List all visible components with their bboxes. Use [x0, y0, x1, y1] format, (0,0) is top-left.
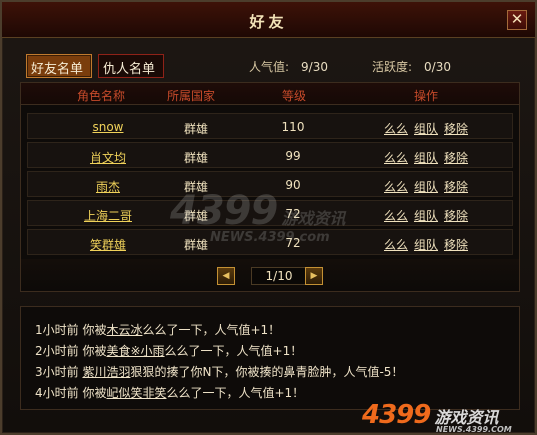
corner-watermark-logo: 4399	[362, 400, 431, 430]
table-row: snow 群雄 110 么么 组队 移除	[27, 113, 513, 139]
triangle-left-icon: ◀	[222, 271, 230, 281]
team-action[interactable]: 组队	[414, 149, 438, 166]
popularity-value: 9/30	[301, 60, 328, 74]
log-text: 么么了一下，人气值+1！	[142, 323, 281, 337]
remove-action[interactable]: 移除	[444, 120, 468, 137]
popularity-label: 人气值:	[249, 60, 290, 74]
log-player-link[interactable]: 紫川浩羽	[82, 365, 130, 379]
popularity-stat: 人气值: 9/30	[249, 58, 328, 75]
log-player-link[interactable]: 屺似笑非笑	[106, 386, 166, 400]
log-text: 3小时前	[35, 365, 83, 379]
activity-log: 1小时前 你被木云冰么么了一下，人气值+1！ 2小时前 你被美食※小雨么么了一下…	[20, 306, 520, 410]
friend-nation: 群雄	[183, 151, 208, 165]
watermark-cn: 游戏资讯	[281, 209, 346, 228]
log-text: 1小时前 你被	[35, 323, 107, 337]
center-watermark: 4399 游戏资讯 NEWS.4399.com	[170, 188, 345, 245]
kiss-action[interactable]: 么么	[384, 149, 408, 166]
kiss-action[interactable]: 么么	[384, 207, 408, 224]
kiss-action[interactable]: 么么	[384, 236, 408, 253]
header-nation: 所属国家	[166, 89, 215, 103]
activity-stat: 活跃度: 0/30	[372, 58, 451, 75]
log-entry: 3小时前 紫川浩羽狠狠的揍了你N下，你被揍的鼻青脸肿，人气值-5！	[35, 363, 519, 384]
kiss-action[interactable]: 么么	[384, 120, 408, 137]
header-actions: 操作	[413, 89, 438, 103]
tab-enemy-list[interactable]: 仇人名单	[98, 54, 164, 78]
corner-watermark-url: NEWS.4399.COM	[436, 425, 512, 434]
header-role-name: 角色名称	[76, 89, 125, 103]
title-bar: 好友 ✕	[2, 2, 535, 38]
log-text: 么么了一下，人气值+1！	[166, 386, 305, 400]
remove-action[interactable]: 移除	[444, 236, 468, 253]
team-action[interactable]: 组队	[414, 236, 438, 253]
kiss-action[interactable]: 么么	[384, 178, 408, 195]
header-level: 等级	[281, 89, 306, 103]
tab-friend-list[interactable]: 好友名单	[26, 54, 92, 78]
page-indicator: 1/10	[251, 267, 307, 285]
corner-watermark: 4399 游戏资讯 NEWS.4399.COM	[362, 400, 512, 434]
activity-label: 活跃度:	[372, 60, 413, 74]
prev-page-button[interactable]: ◀	[217, 267, 235, 285]
log-text: 么么了一下，人气值+1！	[164, 344, 303, 358]
friend-table: 角色名称 所属国家 等级 操作 snow 群雄 110 么么 组队 移除 肖文均…	[20, 82, 520, 292]
log-entry: 2小时前 你被美食※小雨么么了一下，人气值+1！	[35, 342, 519, 363]
log-text: 4小时前 你被	[35, 386, 107, 400]
table-row: 肖文均 群雄 99 么么 组队 移除	[27, 142, 513, 168]
team-action[interactable]: 组队	[414, 178, 438, 195]
remove-action[interactable]: 移除	[444, 149, 468, 166]
activity-value: 0/30	[424, 60, 451, 74]
team-action[interactable]: 组队	[414, 207, 438, 224]
team-action[interactable]: 组队	[414, 120, 438, 137]
friend-nation: 群雄	[183, 122, 208, 136]
watermark-url: NEWS.4399.com	[210, 230, 330, 245]
log-entry: 1小时前 你被木云冰么么了一下，人气值+1！	[35, 321, 519, 342]
triangle-right-icon: ▶	[310, 271, 318, 281]
remove-action[interactable]: 移除	[444, 207, 468, 224]
window-title: 好友	[249, 13, 288, 31]
table-header: 角色名称 所属国家 等级 操作	[21, 83, 519, 105]
next-page-button[interactable]: ▶	[305, 267, 323, 285]
log-player-link[interactable]: 美食※小雨	[106, 344, 164, 358]
log-text: 狠狠的揍了你N下，你被揍的鼻青脸肿，人气值-5！	[130, 365, 404, 379]
watermark-logo: 4399	[170, 188, 278, 234]
log-text: 2小时前 你被	[35, 344, 107, 358]
friend-level: 99	[285, 149, 301, 163]
log-player-link[interactable]: 木云冰	[106, 323, 142, 337]
friend-level: 110	[281, 120, 305, 134]
remove-action[interactable]: 移除	[444, 178, 468, 195]
close-button[interactable]: ✕	[507, 10, 527, 30]
